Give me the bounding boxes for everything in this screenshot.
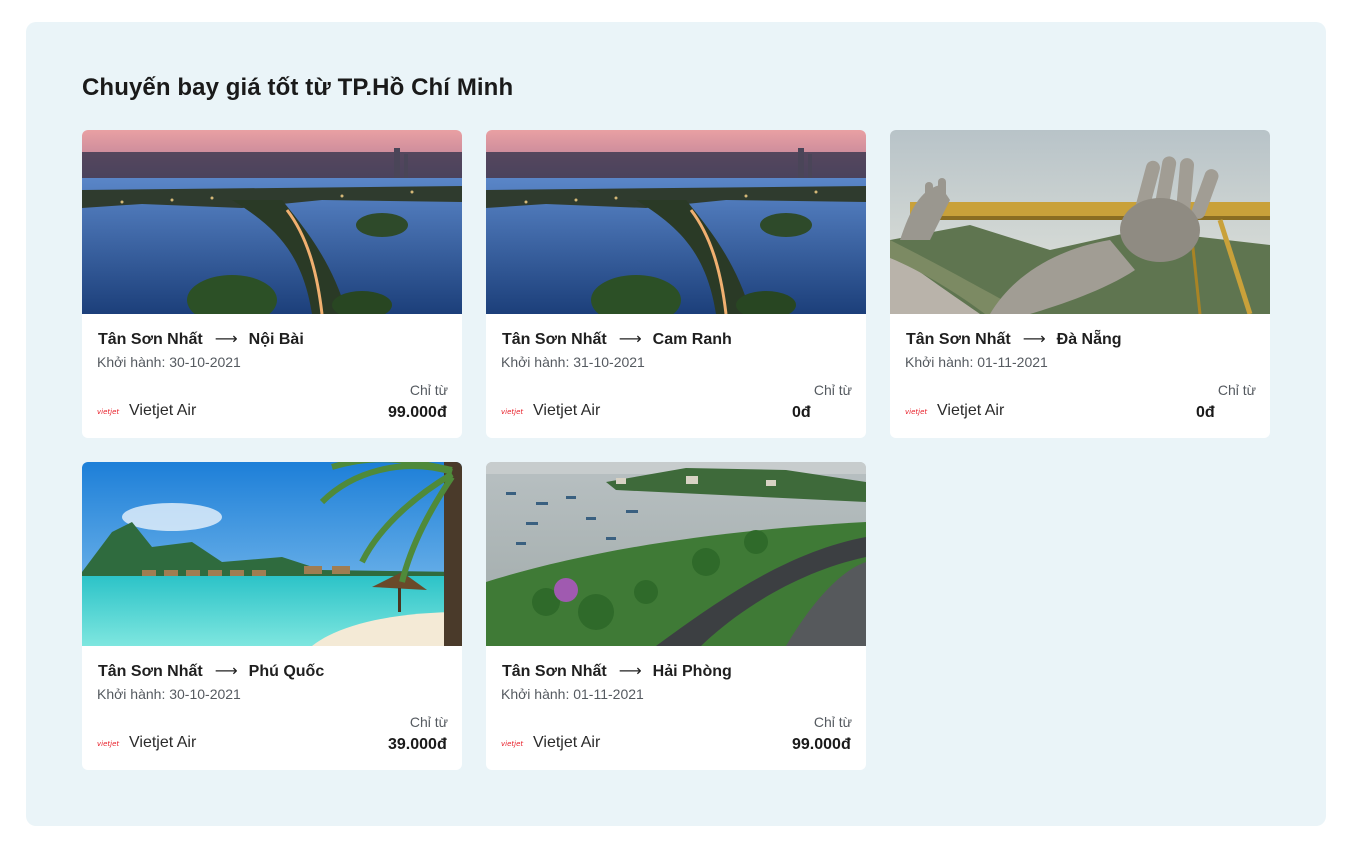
price-from-label: Chỉ từ xyxy=(813,382,852,398)
airline: vietjet air Vietjet Air xyxy=(501,734,600,752)
airline: vietjet air Vietjet Air xyxy=(905,402,1004,420)
destination-photo xyxy=(486,130,866,314)
price-block: Chỉ từ 0đ xyxy=(792,382,852,422)
price-block: Chỉ từ 39.000đ xyxy=(388,714,448,754)
destination-airport: Nội Bài xyxy=(248,331,304,348)
price: 99.000đ xyxy=(388,404,447,421)
departure-date: Khởi hành: 31-10-2021 xyxy=(501,354,645,370)
destination-airport: Cam Ranh xyxy=(652,331,732,348)
flight-card-cam-ranh[interactable]: Tân Sơn Nhất ⟶ Cam Ranh Khởi hành: 31-10-2… xyxy=(486,130,866,438)
route: Tân Sơn Nhất ⟶ Hải Phòng xyxy=(502,661,732,681)
price-block: Chỉ từ 0đ xyxy=(1196,382,1256,422)
destination-photo xyxy=(890,130,1270,314)
origin-airport: Tân Sơn Nhất xyxy=(98,663,203,680)
destination-airport: Phú Quốc xyxy=(248,663,325,680)
airline: vietjet air Vietjet Air xyxy=(501,402,600,420)
svg-text:vietjet air: vietjet air xyxy=(501,740,525,748)
svg-text:vietjet air: vietjet air xyxy=(97,740,121,748)
route: Tân Sơn Nhất ⟶ Cam Ranh xyxy=(502,329,732,349)
airline-name: Vietjet Air xyxy=(533,402,601,419)
route-arrow-icon: ⟶ xyxy=(214,331,238,348)
departure-date: Khởi hành: 30-10-2021 xyxy=(97,686,241,702)
section-title: Chuyến bay giá tốt từ TP.Hồ Chí Minh xyxy=(82,74,514,101)
price-from-label: Chỉ từ xyxy=(813,714,852,730)
vietjet-logo-icon: vietjet air xyxy=(97,408,121,416)
origin-airport: Tân Sơn Nhất xyxy=(502,331,607,348)
destination-photo xyxy=(82,462,462,646)
airline: vietjet air Vietjet Air xyxy=(97,402,196,420)
destination-airport: Đà Nẵng xyxy=(1056,331,1122,348)
origin-airport: Tân Sơn Nhất xyxy=(906,331,1011,348)
route: Tân Sơn Nhất ⟶ Đà Nẵng xyxy=(906,329,1122,349)
destination-photo xyxy=(82,130,462,314)
route-arrow-icon: ⟶ xyxy=(214,663,238,680)
svg-text:vietjet air: vietjet air xyxy=(501,408,525,416)
route-arrow-icon: ⟶ xyxy=(618,331,642,348)
airline-name: Vietjet Air xyxy=(533,734,601,751)
departure-date: Khởi hành: 01-11-2021 xyxy=(905,354,1048,370)
price-from-label: Chỉ từ xyxy=(409,714,448,730)
deals-section: Chuyến bay giá tốt từ TP.Hồ Chí Minh Tân… xyxy=(26,22,1326,826)
destination-photo xyxy=(486,462,866,646)
destination-airport: Hải Phòng xyxy=(652,663,732,680)
price-from-label: Chỉ từ xyxy=(409,382,448,398)
flight-card-da-nang[interactable]: Tân Sơn Nhất ⟶ Đà Nẵng Khởi hành: 01-11-20… xyxy=(890,130,1270,438)
airline-name: Vietjet Air xyxy=(129,402,197,419)
airline-name: Vietjet Air xyxy=(937,402,1005,419)
airline: vietjet air Vietjet Air xyxy=(97,734,196,752)
price: 99.000đ xyxy=(792,736,851,753)
price: 0đ xyxy=(792,404,811,421)
svg-text:vietjet air: vietjet air xyxy=(97,408,121,416)
price-block: Chỉ từ 99.000đ xyxy=(792,714,852,754)
departure-date: Khởi hành: 30-10-2021 xyxy=(97,354,241,370)
route: Tân Sơn Nhất ⟶ Phú Quốc xyxy=(98,661,324,681)
vietjet-logo-icon: vietjet air xyxy=(501,740,525,748)
route-arrow-icon: ⟶ xyxy=(618,663,642,680)
origin-airport: Tân Sơn Nhất xyxy=(502,663,607,680)
departure-date: Khởi hành: 01-11-2021 xyxy=(501,686,644,702)
airline-name: Vietjet Air xyxy=(129,734,197,751)
flight-card-hai-phong[interactable]: Tân Sơn Nhất ⟶ Hải Phòng Khởi hành: 01-11-… xyxy=(486,462,866,770)
vietjet-logo-icon: vietjet air xyxy=(905,408,929,416)
vietjet-logo-icon: vietjet air xyxy=(501,408,525,416)
flight-card-noi-bai[interactable]: Tân Sơn Nhất ⟶ Nội Bài Khởi hành: 30-10-20… xyxy=(82,130,462,438)
flight-card-phu-quoc[interactable]: Tân Sơn Nhất ⟶ Phú Quốc Khởi hành: 30-10-2… xyxy=(82,462,462,770)
route-arrow-icon: ⟶ xyxy=(1022,331,1046,348)
vietjet-logo-icon: vietjet air xyxy=(97,740,121,748)
origin-airport: Tân Sơn Nhất xyxy=(98,331,203,348)
svg-text:vietjet air: vietjet air xyxy=(905,408,929,416)
route: Tân Sơn Nhất ⟶ Nội Bài xyxy=(98,329,304,349)
price: 39.000đ xyxy=(388,736,447,753)
price-from-label: Chỉ từ xyxy=(1217,382,1256,398)
price: 0đ xyxy=(1196,404,1215,421)
price-block: Chỉ từ 99.000đ xyxy=(388,382,448,422)
